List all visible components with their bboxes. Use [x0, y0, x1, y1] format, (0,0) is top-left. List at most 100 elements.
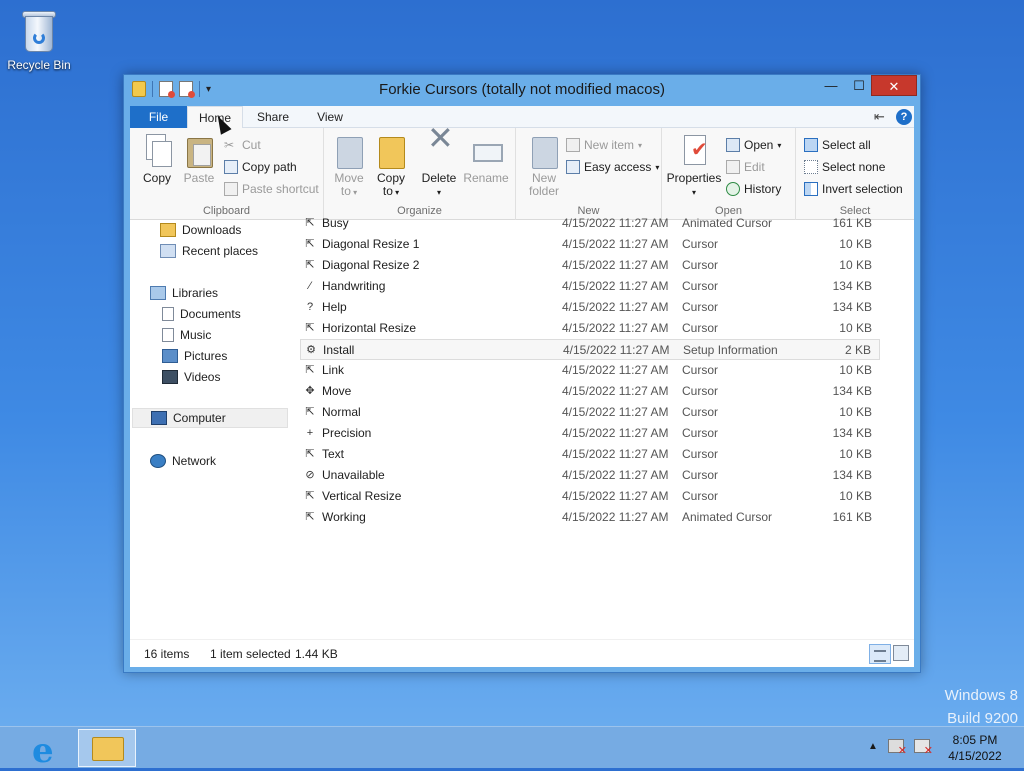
select-none-button[interactable]: Select none — [804, 160, 885, 174]
nav-item-videos[interactable]: Videos — [162, 367, 220, 387]
file-type: Cursor — [682, 468, 719, 482]
tab-view[interactable]: View — [303, 106, 357, 128]
file-size: 161 KB — [832, 510, 872, 524]
tab-share[interactable]: Share — [243, 106, 303, 128]
new-folder-button[interactable]: New folder — [524, 134, 564, 198]
file-row[interactable]: ⇱ Link 4/15/2022 11:27 AM Cursor 10 KB — [300, 360, 880, 381]
file-row[interactable]: ⇱ Normal 4/15/2022 11:27 AM Cursor 10 KB — [300, 402, 880, 423]
file-row[interactable]: ✥ Move 4/15/2022 11:27 AM Cursor 134 KB — [300, 381, 880, 402]
cut-button[interactable]: ✂ Cut — [224, 138, 261, 152]
internet-explorer-icon[interactable]: e — [28, 731, 64, 771]
cursor-icon: ⇱ — [305, 490, 315, 502]
copy-path-icon — [224, 160, 238, 174]
delete-label: Delete — [421, 171, 457, 185]
music-icon — [162, 328, 174, 342]
file-name: Horizontal Resize — [322, 321, 417, 335]
nav-item-downloads[interactable]: Downloads — [160, 220, 241, 240]
show-hidden-icons-icon[interactable]: ▲ — [868, 741, 878, 752]
details-view-icon[interactable] — [869, 644, 891, 664]
rename-button[interactable]: Rename — [462, 134, 510, 185]
nav-item-music[interactable]: Music — [162, 325, 211, 345]
nav-label: Network — [172, 454, 217, 468]
file-row[interactable]: ⚙ Install 4/15/2022 11:27 AM Setup Informat… — [300, 339, 880, 360]
properties-button[interactable]: Properties ▾ — [666, 134, 722, 199]
file-name: Vertical Resize — [322, 489, 402, 503]
documents-icon — [162, 307, 174, 321]
move-to-icon — [334, 134, 364, 169]
recent-places-icon — [160, 244, 176, 258]
nav-item-libraries[interactable]: Libraries — [150, 283, 218, 303]
dropdown-arrow-icon: ▾ — [392, 188, 400, 197]
file-date: 4/15/2022 11:27 AM — [562, 447, 669, 461]
copy-button[interactable]: Copy — [138, 134, 176, 185]
nav-item-recent-places[interactable]: Recent places — [160, 241, 258, 261]
close-button[interactable]: ✕ — [871, 75, 917, 96]
help-icon[interactable]: ? — [896, 109, 912, 125]
copy-to-button[interactable]: Copy to ▾ — [372, 134, 410, 199]
nav-item-computer[interactable]: Computer — [132, 408, 288, 428]
move-to-label-line2: to — [340, 184, 351, 198]
volume-muted-icon[interactable] — [913, 739, 933, 757]
large-icons-view-icon[interactable] — [893, 645, 909, 661]
file-name: Unavailable — [322, 468, 385, 482]
new-group: New folder New item ▾ Easy access ▾ New — [516, 128, 662, 220]
nav-item-network[interactable]: Network — [150, 451, 216, 471]
edit-button[interactable]: Edit — [726, 160, 765, 174]
history-button[interactable]: History — [726, 182, 781, 196]
file-size: 2 KB — [844, 343, 871, 357]
copy-to-label-line1: Copy — [376, 171, 405, 185]
file-date: 4/15/2022 11:27 AM — [562, 468, 669, 482]
downloads-icon — [160, 223, 176, 237]
file-row[interactable]: ⇱ Busy 4/15/2022 11:27 AM Animated Cursor 16… — [300, 213, 880, 234]
move-to-label-line1: Move — [334, 171, 364, 185]
file-size: 10 KB — [839, 237, 872, 251]
file-row[interactable]: + Precision 4/15/2022 11:27 AM Cursor 134 KB — [300, 423, 880, 444]
computer-icon — [151, 411, 167, 425]
libraries-icon — [150, 286, 166, 300]
file-date: 4/15/2022 11:27 AM — [563, 343, 670, 357]
file-row[interactable]: ⇱ Working 4/15/2022 11:27 AM Animated Curso… — [300, 507, 880, 528]
file-list: ⇱ Busy 4/15/2022 11:27 AM Animated Cursor 16… — [300, 216, 914, 639]
nav-item-documents[interactable]: Documents — [162, 304, 241, 324]
paste-label: Paste — [183, 171, 215, 185]
file-row[interactable]: ⊘ Unavailable 4/15/2022 11:27 AM Cursor 134 … — [300, 465, 880, 486]
file-row[interactable]: ⇱ Diagonal Resize 2 4/15/2022 11:27 AM Curs… — [300, 255, 880, 276]
new-item-button[interactable]: New item ▾ — [566, 138, 642, 152]
invert-selection-button[interactable]: Invert selection — [804, 182, 903, 196]
paste-button[interactable]: Paste — [180, 134, 218, 185]
open-button[interactable]: Open ▾ — [726, 138, 781, 152]
copy-path-button[interactable]: Copy path — [224, 160, 297, 174]
dropdown-arrow-icon: ▾ — [350, 188, 358, 197]
file-row[interactable]: ⇱ Vertical Resize 4/15/2022 11:27 AM Cursor… — [300, 486, 880, 507]
file-row[interactable]: ⇱ Diagonal Resize 1 4/15/2022 11:27 AM Curs… — [300, 234, 880, 255]
clock[interactable]: 8:05 PM 4/15/2022 — [940, 732, 1010, 764]
status-bar: 16 items 1 item selected 1.44 KB — [130, 639, 914, 667]
cursor-icon: ⇱ — [305, 511, 315, 523]
tab-file[interactable]: File — [130, 106, 187, 128]
move-to-button[interactable]: Move to ▾ — [330, 134, 368, 199]
easy-access-button[interactable]: Easy access ▾ — [566, 160, 659, 174]
title-bar[interactable]: ▾ Forkie Cursors (totally not modified m… — [124, 75, 920, 105]
recycle-bin-label: Recycle Bin — [7, 58, 71, 72]
file-row[interactable]: ⇱ Horizontal Resize 4/15/2022 11:27 AM Curs… — [300, 318, 880, 339]
window-title: Forkie Cursors (totally not modified mac… — [379, 81, 665, 98]
action-center-icon[interactable] — [887, 739, 907, 757]
file-row[interactable]: ⇱ Text 4/15/2022 11:27 AM Cursor 10 KB — [300, 444, 880, 465]
recycle-bin-shortcut[interactable]: Recycle Bin — [4, 6, 74, 72]
file-name: Text — [322, 447, 345, 461]
file-date: 4/15/2022 11:27 AM — [562, 510, 669, 524]
nav-label: Computer — [173, 411, 226, 425]
cursor-icon: ⇱ — [305, 217, 315, 229]
delete-button[interactable]: Delete ▾ — [418, 132, 460, 199]
minimize-button[interactable]: — — [817, 75, 845, 96]
paste-shortcut-button[interactable]: Paste shortcut — [224, 182, 319, 196]
unavailable-cursor-icon: ⊘ — [305, 469, 315, 481]
select-all-button[interactable]: Select all — [804, 138, 871, 152]
file-explorer-taskbar-button[interactable] — [78, 729, 136, 767]
file-row[interactable]: ? Help 4/15/2022 11:27 AM Cursor 134 KB — [300, 297, 880, 318]
nav-item-pictures[interactable]: Pictures — [162, 346, 227, 366]
maximize-button[interactable]: ☐ — [845, 75, 873, 96]
file-row[interactable]: ⁄ Handwriting 4/15/2022 11:27 AM Cursor 134 … — [300, 276, 880, 297]
expand-ribbon-icon[interactable]: ⇤ — [874, 109, 885, 125]
select-none-label: Select none — [822, 160, 886, 174]
